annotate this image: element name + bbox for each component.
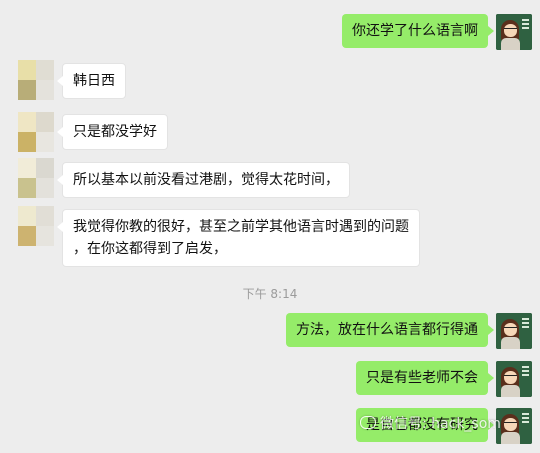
- message-bubble-incoming[interactable]: 韩日西: [57, 63, 126, 99]
- message-bubble-outgoing[interactable]: 方法，放在什么语言都行得通: [286, 313, 494, 347]
- contact-avatar[interactable]: [18, 112, 54, 152]
- message-text: 方法，放在什么语言都行得通: [296, 322, 478, 338]
- message-bubble-outgoing[interactable]: 你还学了什么语言啊: [342, 14, 494, 48]
- contact-avatar[interactable]: [18, 206, 54, 246]
- message-text: 所以基本以前没看过港剧，觉得太花时间，: [73, 172, 339, 188]
- timestamp: 下午 8:14: [242, 287, 298, 301]
- contact-avatar[interactable]: [18, 60, 54, 100]
- message-text-line: ，在你这都得到了启发，: [73, 241, 227, 257]
- message-bubble-incoming[interactable]: 我觉得你教的很好，甚至之前学其他语言时遇到的问题 ，在你这都得到了启发，: [57, 209, 420, 267]
- teacher-avatar-icon[interactable]: [496, 14, 532, 50]
- message-bubble-outgoing[interactable]: 只是有些老师不会: [356, 361, 494, 395]
- message-bubble-incoming[interactable]: 所以基本以前没看过港剧，觉得太花时间，: [57, 162, 350, 198]
- message-text-line: 我觉得你教的很好，甚至之前学其他语言时遇到的问题: [73, 219, 409, 235]
- watermark-text: 微信号: hack_som: [380, 416, 501, 432]
- message-text: 韩日西: [73, 73, 115, 89]
- teacher-avatar-icon[interactable]: [496, 361, 532, 397]
- message-text: 你还学了什么语言啊: [352, 23, 478, 39]
- wechat-logo-icon: [360, 416, 376, 429]
- message-bubble-incoming[interactable]: 只是都没学好: [57, 114, 168, 150]
- message-text: 只是都没学好: [73, 124, 157, 140]
- teacher-avatar-icon[interactable]: [496, 313, 532, 349]
- chat-window: 你还学了什么语言啊 韩日西 只是都没学好 所以基本以前没看过港剧，觉得太花时间，…: [0, 0, 540, 453]
- watermark: 微信号: hack_som: [360, 413, 501, 433]
- message-text: 只是有些老师不会: [366, 370, 478, 386]
- teacher-avatar-icon[interactable]: [496, 408, 532, 444]
- contact-avatar[interactable]: [18, 158, 54, 198]
